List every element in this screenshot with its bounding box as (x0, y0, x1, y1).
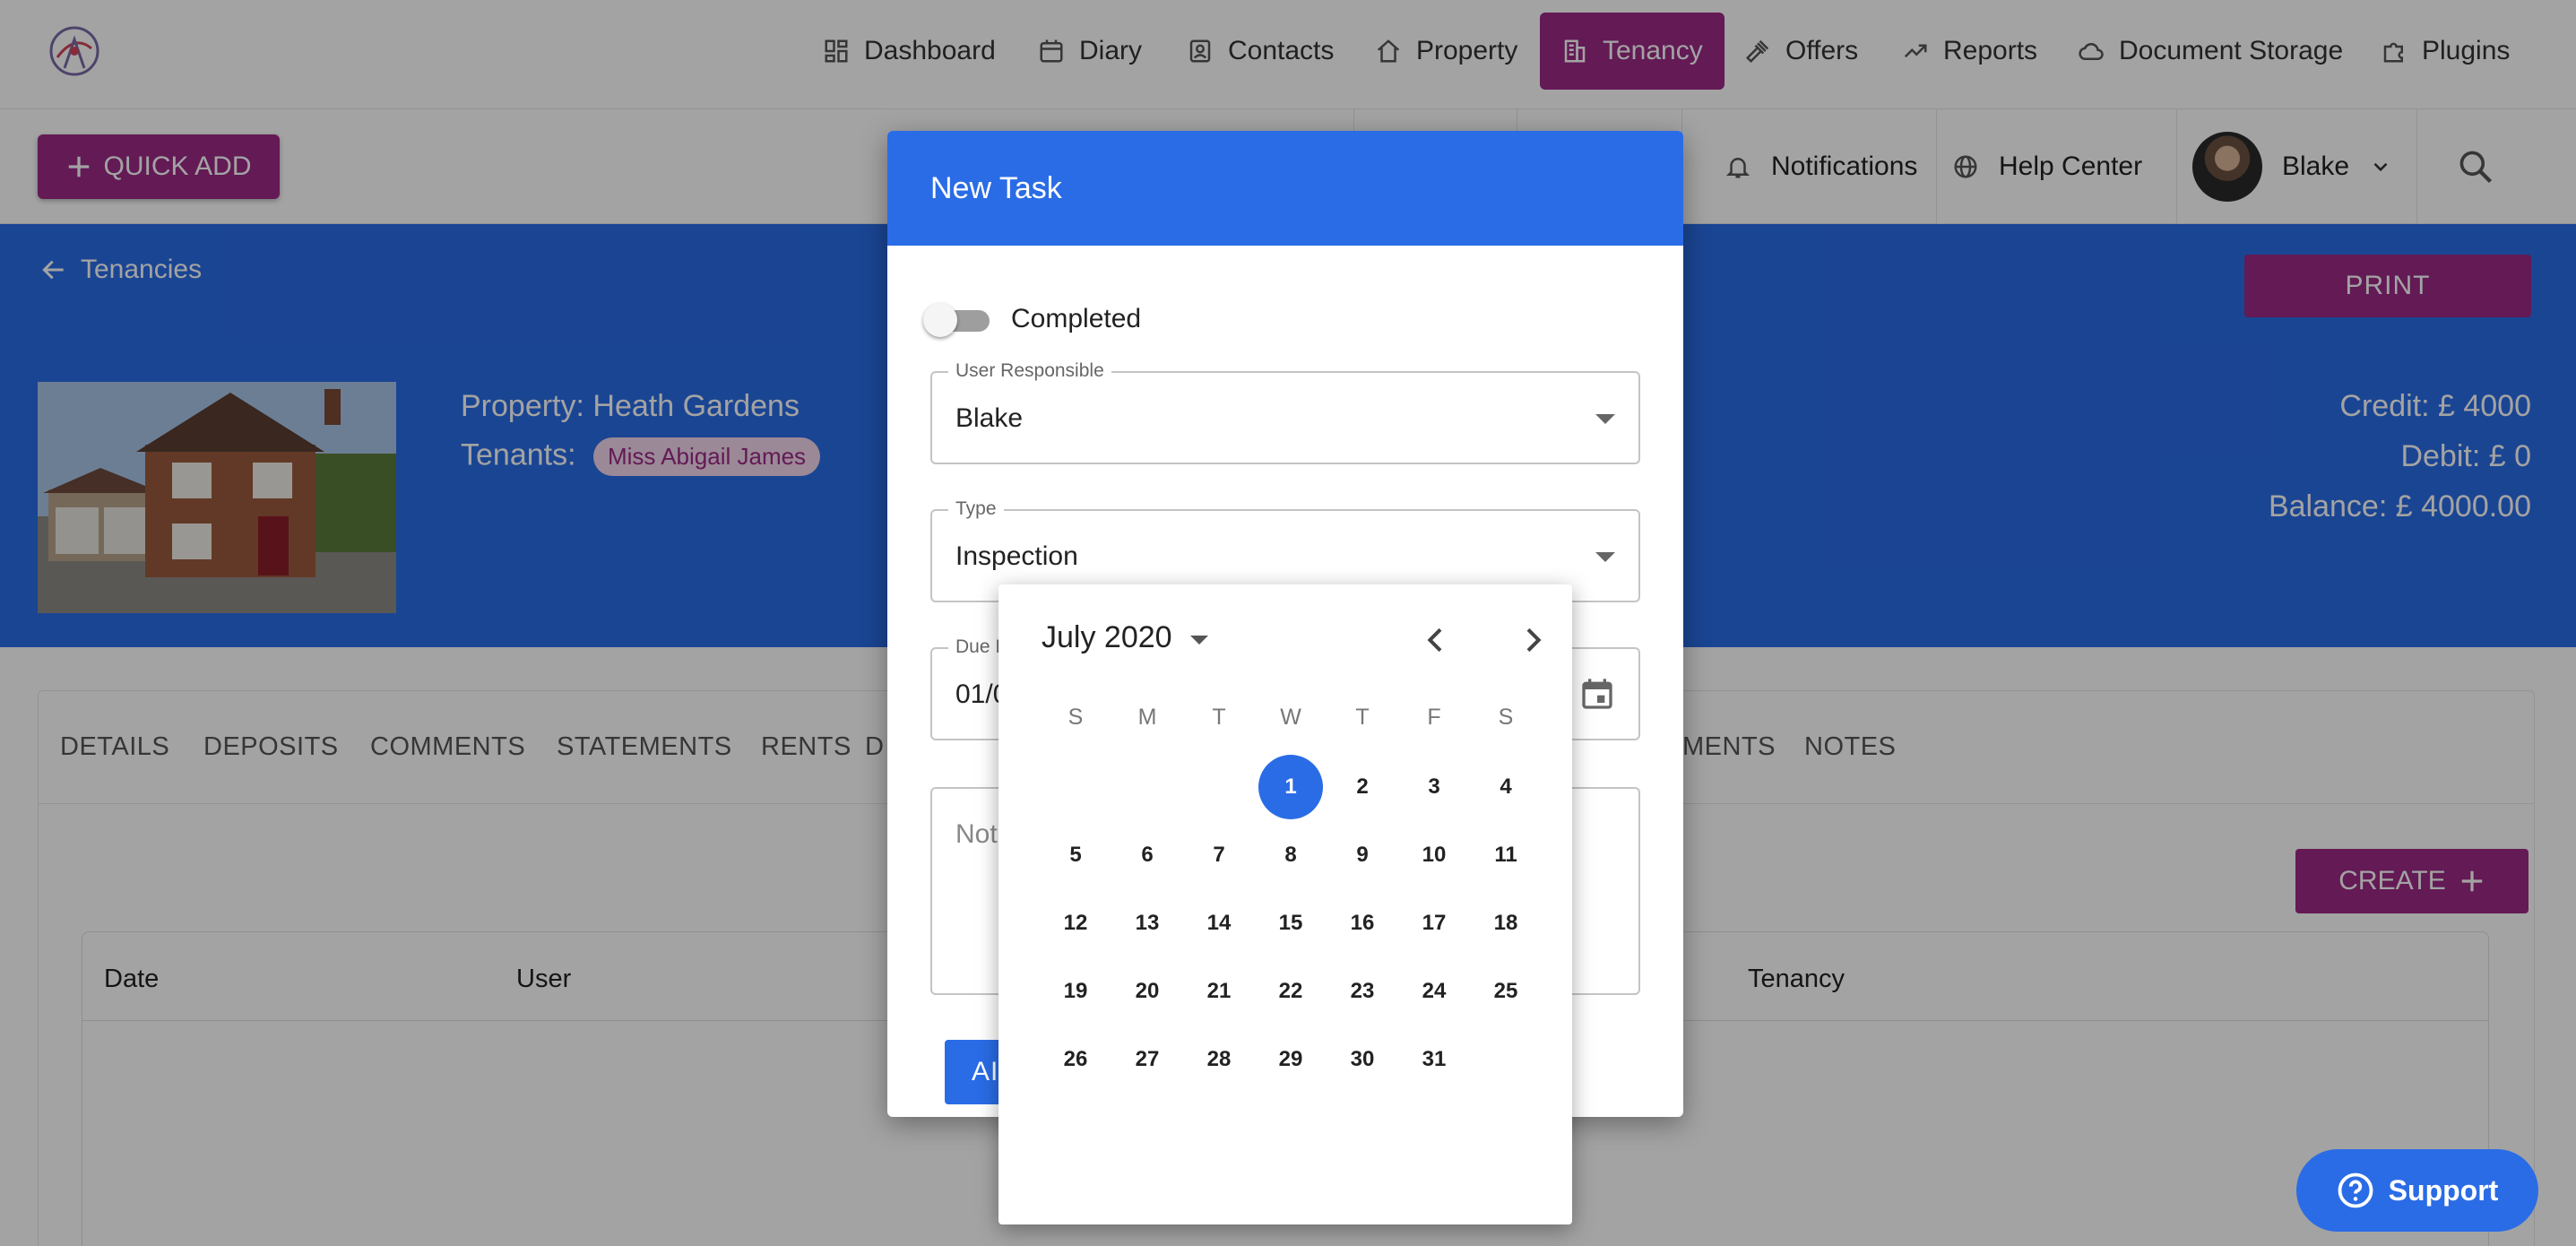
calendar-day[interactable]: 4 (1474, 755, 1538, 819)
month-year-label: July 2020 (1042, 620, 1172, 654)
dialog-title: New Task (887, 131, 1683, 246)
calendar-day[interactable]: 16 (1330, 891, 1395, 956)
caret-down-icon (1189, 635, 1208, 645)
dropdown-arrow-icon (1595, 414, 1615, 424)
user-responsible-select[interactable]: User Responsible Blake (930, 360, 1640, 464)
calendar-day[interactable]: 17 (1402, 891, 1466, 956)
calendar-day[interactable]: 23 (1330, 959, 1395, 1024)
calendar-day[interactable]: 29 (1258, 1027, 1323, 1092)
calendar-day[interactable]: 3 (1402, 755, 1466, 819)
calendar-day[interactable]: 21 (1187, 959, 1251, 1024)
completed-toggle[interactable] (923, 303, 990, 337)
calendar-icon[interactable] (1579, 674, 1615, 714)
toggle-thumb (923, 303, 957, 337)
calendar-day[interactable]: 27 (1115, 1027, 1180, 1092)
calendar-day[interactable]: 19 (1043, 959, 1108, 1024)
user-responsible-value: Blake (955, 403, 1024, 433)
calendar-day[interactable]: 8 (1258, 823, 1323, 887)
date-picker-popup: July 2020 S M T W T F S 1 2 3 4 5 6 7 8 9 10 11 12 13 14 15 16… (998, 584, 1572, 1224)
dropdown-arrow-icon (1595, 552, 1615, 562)
calendar-day[interactable]: 7 (1187, 823, 1251, 887)
weekday-header: S (1498, 705, 1514, 730)
support-button[interactable]: Support (2296, 1149, 2538, 1232)
weekday-header: T (1355, 705, 1370, 730)
calendar-day[interactable]: 13 (1115, 891, 1180, 956)
calendar-day[interactable]: 14 (1187, 891, 1251, 956)
calendar-day-selected[interactable]: 1 (1258, 755, 1323, 819)
month-year-switcher[interactable]: July 2020 (1042, 620, 1208, 655)
support-label: Support (2388, 1173, 2499, 1207)
weekday-header: S (1068, 705, 1084, 730)
calendar-day[interactable]: 2 (1330, 755, 1395, 819)
notes-placeholder: Not (955, 819, 998, 849)
calendar-day[interactable]: 15 (1258, 891, 1323, 956)
calendar-day[interactable]: 24 (1402, 959, 1466, 1024)
weekday-header: F (1427, 705, 1441, 730)
calendar-day[interactable]: 22 (1258, 959, 1323, 1024)
user-responsible-label: User Responsible (948, 360, 1111, 382)
calendar-day[interactable]: 28 (1187, 1027, 1251, 1092)
calendar-day[interactable]: 31 (1402, 1027, 1466, 1092)
weekday-header: W (1280, 705, 1301, 730)
help-circle-icon (2338, 1172, 2373, 1208)
calendar-day[interactable]: 10 (1402, 823, 1466, 887)
weekday-header: M (1137, 705, 1157, 730)
calendar-day[interactable]: 5 (1043, 823, 1108, 887)
type-value: Inspection (955, 541, 1078, 571)
next-month-icon[interactable] (1515, 622, 1551, 658)
calendar-day[interactable]: 25 (1474, 959, 1538, 1024)
completed-label: Completed (1011, 304, 1142, 333)
calendar-day[interactable]: 11 (1474, 823, 1538, 887)
weekday-header: T (1212, 705, 1226, 730)
calendar-day[interactable]: 6 (1115, 823, 1180, 887)
calendar-day[interactable]: 12 (1043, 891, 1108, 956)
type-label: Type (948, 498, 1004, 520)
calendar-day[interactable]: 18 (1474, 891, 1538, 956)
calendar-day[interactable]: 9 (1330, 823, 1395, 887)
previous-month-icon[interactable] (1418, 622, 1454, 658)
calendar-day[interactable]: 30 (1330, 1027, 1395, 1092)
calendar-day[interactable]: 26 (1043, 1027, 1108, 1092)
calendar-day[interactable]: 20 (1115, 959, 1180, 1024)
completed-toggle-row: Completed (923, 303, 1142, 337)
